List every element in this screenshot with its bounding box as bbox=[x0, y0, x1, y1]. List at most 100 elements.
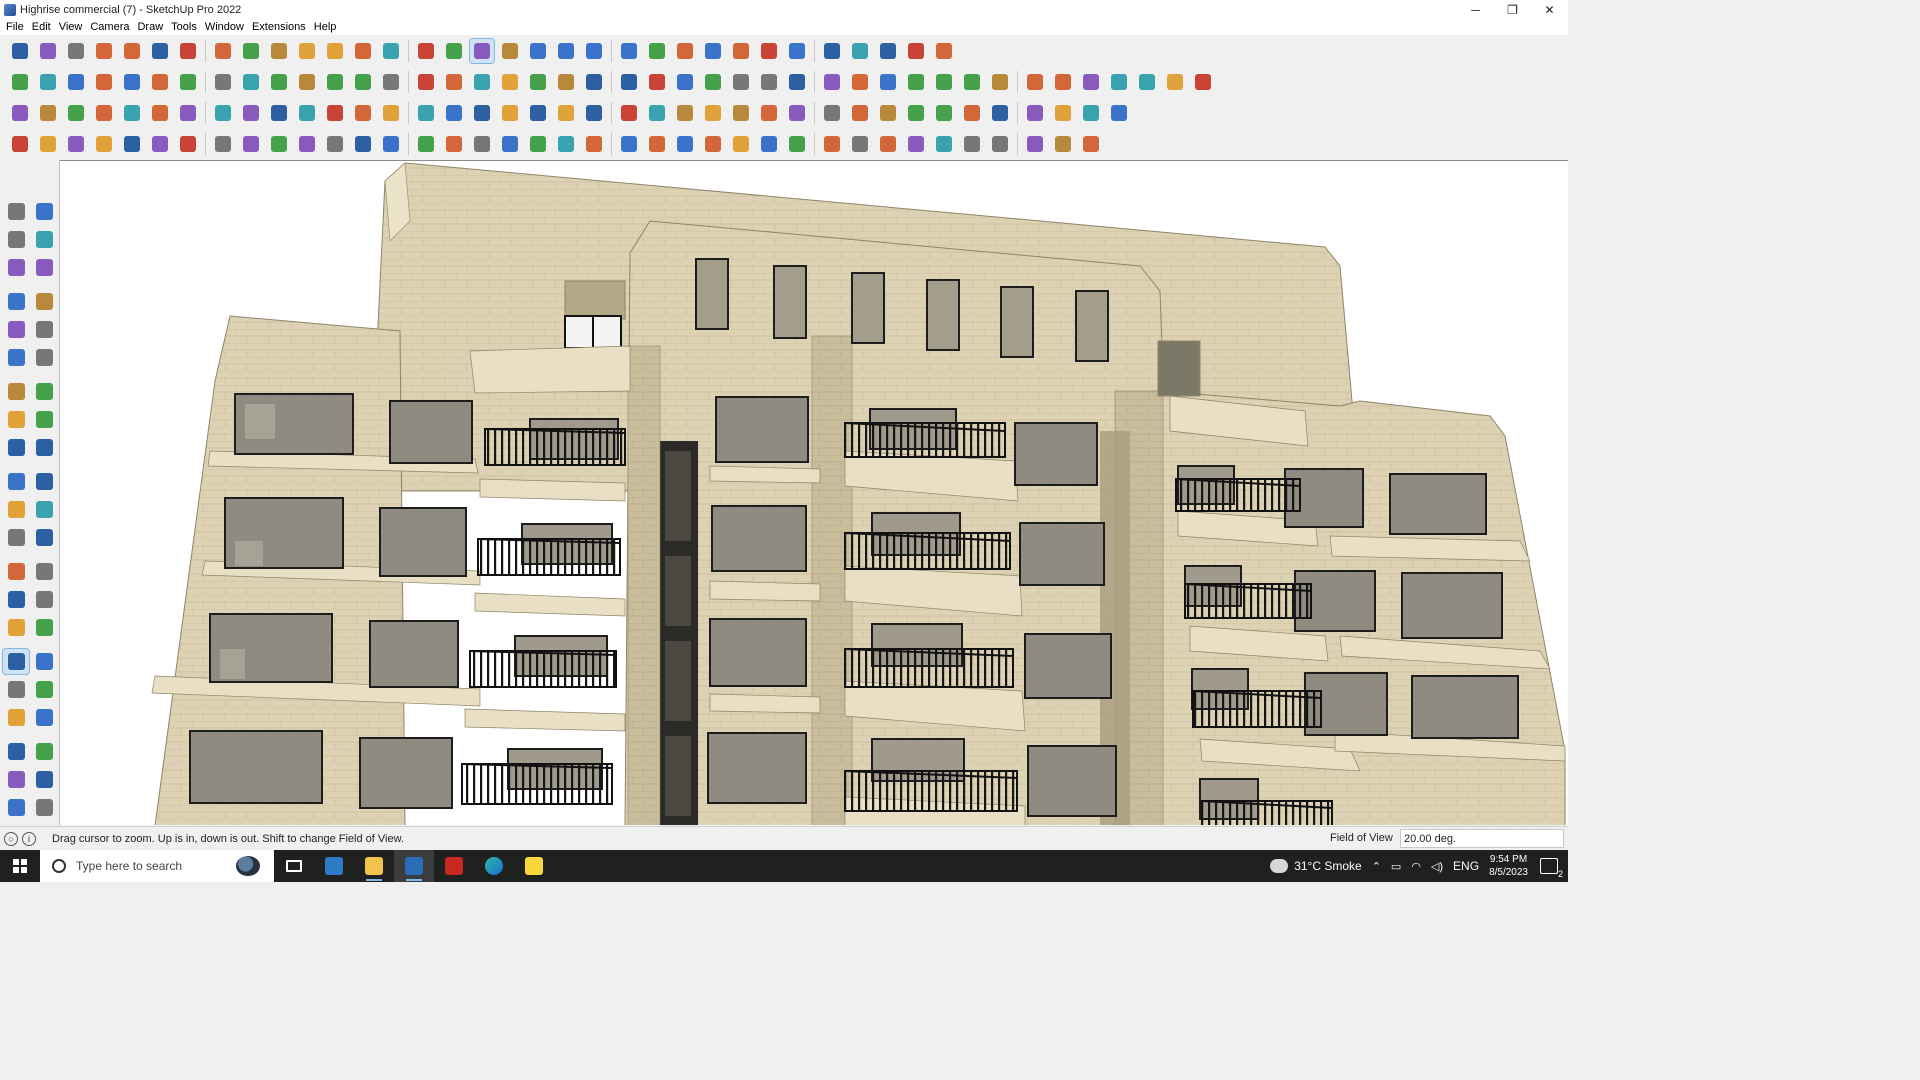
sketchup-button[interactable] bbox=[394, 850, 434, 882]
gem-button[interactable] bbox=[876, 101, 900, 125]
drape-button[interactable] bbox=[729, 39, 753, 63]
3d-warehouse-button[interactable] bbox=[526, 39, 550, 63]
pan-button[interactable] bbox=[442, 39, 466, 63]
panel-button[interactable] bbox=[1163, 70, 1187, 94]
cross-red-button[interactable] bbox=[414, 101, 438, 125]
lasso-button[interactable] bbox=[820, 70, 844, 94]
zoom-window-tool[interactable] bbox=[31, 649, 57, 674]
knot-button[interactable] bbox=[617, 101, 641, 125]
diagonal-button[interactable] bbox=[757, 132, 781, 156]
paint-bucket-button[interactable] bbox=[379, 39, 403, 63]
box-button[interactable] bbox=[701, 101, 725, 125]
extension-tool[interactable] bbox=[31, 767, 57, 792]
task-view-button[interactable] bbox=[274, 850, 314, 882]
loop-button[interactable] bbox=[582, 101, 606, 125]
garage-button[interactable] bbox=[554, 70, 578, 94]
surface-green-button[interactable] bbox=[379, 70, 403, 94]
sticky-notes-button[interactable] bbox=[514, 850, 554, 882]
blue-cube-button[interactable] bbox=[8, 101, 32, 125]
line-bend-button[interactable] bbox=[295, 132, 319, 156]
eraser-button[interactable] bbox=[64, 39, 88, 63]
crosshatch-button[interactable] bbox=[876, 132, 900, 156]
ribs-button[interactable] bbox=[1023, 132, 1047, 156]
axes-tool[interactable] bbox=[3, 587, 29, 612]
pipe-button[interactable] bbox=[351, 101, 375, 125]
red-gear-button[interactable] bbox=[820, 101, 844, 125]
tile-button[interactable] bbox=[1023, 101, 1047, 125]
x-blue-button[interactable] bbox=[470, 101, 494, 125]
comb2-button[interactable] bbox=[1051, 132, 1075, 156]
push-pull-tool[interactable] bbox=[31, 435, 57, 460]
rotate-tool[interactable] bbox=[3, 469, 29, 494]
measurements-input[interactable]: 20.00 deg. bbox=[1400, 829, 1564, 848]
curtain-button[interactable] bbox=[267, 101, 291, 125]
maximize-button[interactable]: ❐ bbox=[1494, 0, 1531, 19]
battery-icon[interactable]: ▭ bbox=[1391, 860, 1401, 873]
qr-button[interactable] bbox=[1107, 101, 1131, 125]
sketch-hand-button[interactable] bbox=[617, 70, 641, 94]
tube-bend-button[interactable] bbox=[176, 132, 200, 156]
file-explorer-button[interactable] bbox=[354, 850, 394, 882]
weather-text[interactable]: 31°C Smoke bbox=[1294, 859, 1362, 873]
add-detail-button[interactable] bbox=[820, 39, 844, 63]
wifi-icon[interactable]: ◠ bbox=[1411, 860, 1421, 873]
fin-button[interactable] bbox=[617, 132, 641, 156]
previous-view-tool[interactable] bbox=[31, 677, 57, 702]
rotated-rectangle-tool[interactable] bbox=[31, 317, 57, 342]
zoom-extents-button[interactable] bbox=[498, 39, 522, 63]
user-account-button[interactable] bbox=[645, 39, 669, 63]
move-tool[interactable] bbox=[3, 435, 29, 460]
zoom-tool[interactable] bbox=[2, 648, 30, 675]
bracket-button[interactable] bbox=[785, 132, 809, 156]
leaf-button[interactable] bbox=[554, 132, 578, 156]
solid-trim-button[interactable] bbox=[176, 70, 200, 94]
text-3d-tool[interactable] bbox=[31, 559, 57, 584]
fan-button[interactable] bbox=[960, 132, 984, 156]
close-button[interactable]: ✕ bbox=[1531, 0, 1568, 19]
blue-plane-button[interactable] bbox=[36, 101, 60, 125]
material-button[interactable] bbox=[1079, 70, 1103, 94]
roof-button[interactable] bbox=[1191, 70, 1215, 94]
freehand-tool[interactable] bbox=[31, 289, 57, 314]
paint-bucket-tool[interactable] bbox=[3, 227, 29, 252]
bezier-button[interactable] bbox=[379, 101, 403, 125]
position-camera-tool[interactable] bbox=[3, 705, 29, 730]
layers-tool[interactable] bbox=[3, 795, 29, 820]
component-tool[interactable] bbox=[3, 255, 29, 280]
wedge-button[interactable] bbox=[442, 132, 466, 156]
sandbox-from-contours-button[interactable] bbox=[673, 39, 697, 63]
offset-tool[interactable] bbox=[31, 497, 57, 522]
dots-curve-button[interactable] bbox=[1079, 101, 1103, 125]
feather-button[interactable] bbox=[673, 132, 697, 156]
edge-button[interactable] bbox=[474, 850, 514, 882]
parallelogram-button[interactable] bbox=[785, 70, 809, 94]
sheet-button[interactable] bbox=[148, 101, 172, 125]
circle-button[interactable] bbox=[701, 70, 725, 94]
start-button[interactable] bbox=[0, 850, 40, 882]
follow-me-tool[interactable] bbox=[31, 469, 57, 494]
instructor-icon[interactable]: i bbox=[22, 831, 36, 846]
redo-button[interactable] bbox=[904, 39, 928, 63]
taskbar-search[interactable]: Type here to search bbox=[40, 850, 274, 882]
menu-window[interactable]: Window bbox=[201, 21, 248, 33]
cube-orange-button[interactable] bbox=[295, 101, 319, 125]
rectangle-tool[interactable] bbox=[3, 317, 29, 342]
function-graph-button[interactable] bbox=[582, 70, 606, 94]
arc-tool[interactable] bbox=[3, 379, 29, 404]
triangle-button[interactable] bbox=[554, 101, 578, 125]
cone-green-button[interactable] bbox=[526, 101, 550, 125]
zoom-button[interactable] bbox=[8, 39, 32, 63]
section-plane-button[interactable] bbox=[295, 70, 319, 94]
green-pieces-button[interactable] bbox=[757, 101, 781, 125]
brick-button[interactable] bbox=[1023, 70, 1047, 94]
hook-red-button[interactable] bbox=[729, 101, 753, 125]
arc-button[interactable] bbox=[848, 70, 872, 94]
cube-gray-button[interactable] bbox=[1079, 132, 1103, 156]
terrain-button[interactable] bbox=[1107, 70, 1131, 94]
eraser-tool[interactable] bbox=[31, 227, 57, 252]
home-button[interactable] bbox=[526, 70, 550, 94]
house-button[interactable] bbox=[442, 70, 466, 94]
pie-tool[interactable] bbox=[31, 407, 57, 432]
section-plane-tool[interactable] bbox=[31, 739, 57, 764]
freehand-button[interactable] bbox=[120, 39, 144, 63]
